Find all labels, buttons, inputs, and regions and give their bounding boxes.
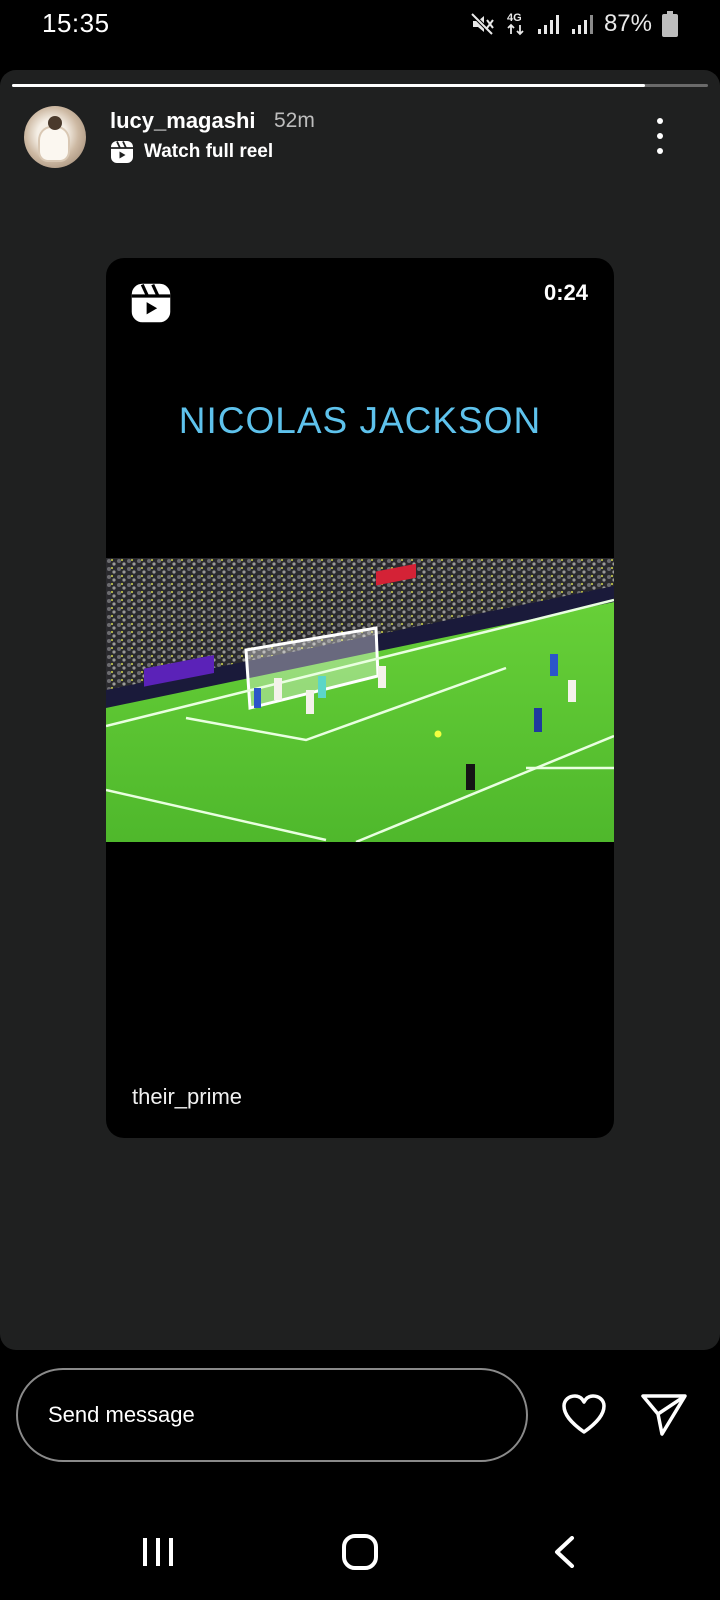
avatar-face — [48, 116, 62, 130]
story-card[interactable]: lucy_magashi 52m Watch full reel 0:24 NI… — [0, 70, 720, 1350]
watch-full-reel-link[interactable]: Watch full reel — [110, 140, 273, 164]
send-icon — [641, 1394, 687, 1436]
status-bar: 15:35 4G 87% — [0, 0, 720, 48]
share-button[interactable] — [640, 1392, 688, 1436]
4g-icon: 4G — [507, 12, 524, 36]
more-options-button[interactable] — [646, 116, 674, 156]
battery-icon — [662, 11, 678, 37]
network-label: 4G — [507, 12, 522, 24]
football-match-still — [106, 558, 614, 842]
battery-percentage: 87% — [603, 10, 652, 37]
avatar[interactable] — [24, 106, 86, 168]
reel-creator[interactable]: their_prime — [132, 1084, 242, 1110]
avatar-figure — [38, 126, 70, 162]
signal-icon — [537, 15, 559, 34]
reel-badge — [130, 282, 172, 329]
more-dot — [657, 118, 663, 124]
like-button[interactable] — [560, 1392, 608, 1436]
story-progress-bar — [12, 84, 708, 87]
mute-icon — [470, 12, 494, 36]
system-navigation-bar — [0, 1500, 720, 1600]
reel-title: NICOLAS JACKSON — [178, 400, 542, 441]
watch-full-reel-label: Watch full reel — [144, 141, 274, 162]
recent-apps-icon[interactable] — [142, 1536, 174, 1568]
send-message-input[interactable] — [16, 1368, 528, 1462]
status-icons: 4G 87% — [470, 10, 678, 38]
more-dot — [657, 148, 663, 154]
username[interactable]: lucy_magashi — [110, 108, 256, 134]
heart-icon — [562, 1394, 606, 1434]
reel-duration: 0:24 — [543, 280, 588, 305]
more-dot — [657, 133, 663, 139]
story-progress-fill — [12, 84, 646, 87]
time-ago: 52m — [274, 109, 315, 132]
reel-preview[interactable]: 0:24 NICOLAS JACKSON their_prime — [106, 258, 614, 1138]
status-time: 15:35 — [42, 8, 110, 38]
reel-icon — [111, 141, 133, 163]
reel-icon — [131, 283, 171, 323]
home-icon[interactable] — [342, 1534, 378, 1570]
back-icon[interactable] — [552, 1536, 576, 1568]
signal-icon — [571, 15, 593, 34]
